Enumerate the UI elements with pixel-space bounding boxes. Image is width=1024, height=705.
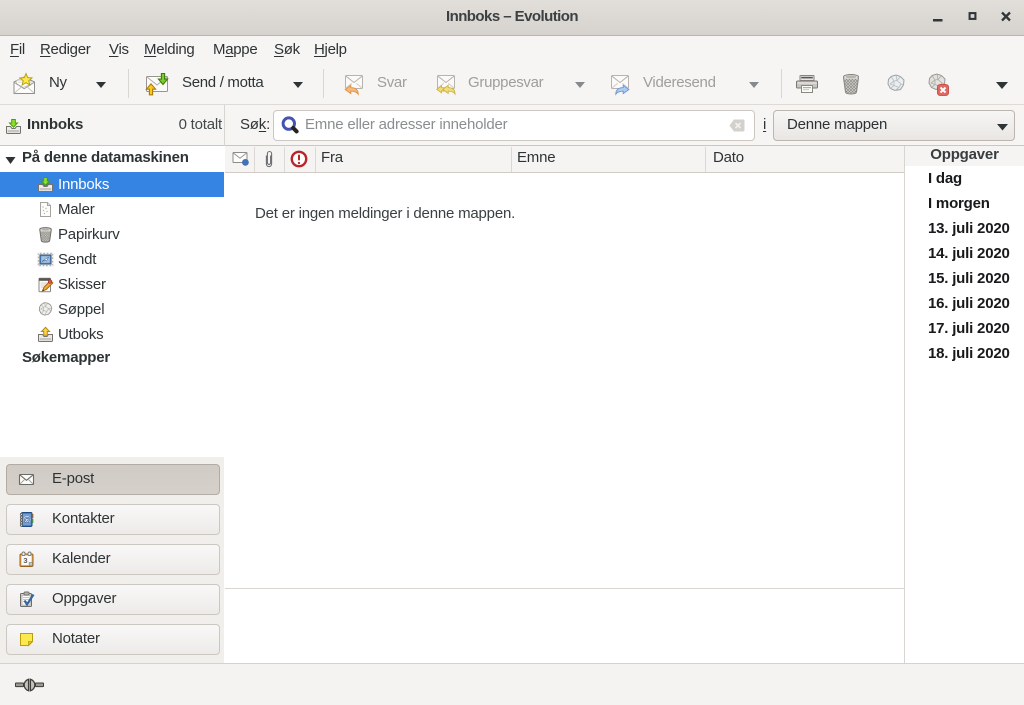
svg-text:@: @	[24, 517, 31, 524]
svg-text:3: 3	[23, 556, 27, 565]
